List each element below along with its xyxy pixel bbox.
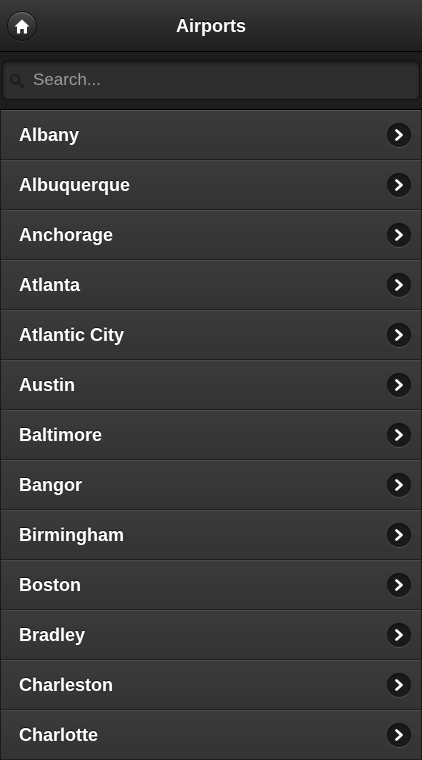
list-item-label: Bangor xyxy=(19,475,82,495)
chevron-right-icon[interactable] xyxy=(387,673,411,697)
list-item[interactable]: Baltimore xyxy=(1,410,421,460)
list-item-label: Bradley xyxy=(19,625,86,645)
list-item-label: Baltimore xyxy=(19,425,103,445)
chevron-right-icon[interactable] xyxy=(387,173,411,197)
search-bar xyxy=(0,52,422,110)
page-title: Airports xyxy=(175,16,246,36)
list-item-label: Boston xyxy=(19,575,81,595)
list-item[interactable]: Bradley xyxy=(1,610,421,660)
search-icon xyxy=(9,73,25,94)
chevron-right-icon[interactable] xyxy=(387,573,411,597)
list-item-label: Albany xyxy=(19,125,80,145)
home-button[interactable] xyxy=(7,11,37,41)
list-item[interactable]: Anchorage xyxy=(1,210,421,260)
list-item-label: Atlantic City xyxy=(19,325,125,345)
chevron-right-icon[interactable] xyxy=(387,373,411,397)
chevron-right-icon[interactable] xyxy=(387,423,411,447)
chevron-right-icon[interactable] xyxy=(387,323,411,347)
airport-list: Albany Albuquerque Anchorage Atlanta Atlanti… xyxy=(1,110,421,760)
list-item-label: Charleston xyxy=(19,675,114,695)
chevron-right-icon[interactable] xyxy=(387,223,411,247)
chevron-right-icon[interactable] xyxy=(387,723,411,747)
list-item[interactable]: Albuquerque xyxy=(1,160,421,210)
home-icon xyxy=(14,19,30,34)
list-item[interactable]: Albany xyxy=(1,111,421,160)
chevron-right-icon[interactable] xyxy=(387,623,411,647)
list-item[interactable]: Charleston xyxy=(1,660,421,710)
chevron-right-icon[interactable] xyxy=(387,123,411,147)
chevron-right-icon[interactable] xyxy=(387,473,411,497)
list-item-label: Birmingham xyxy=(19,525,125,545)
search-field xyxy=(2,60,420,100)
header-bar: Airports xyxy=(0,0,422,52)
chevron-right-icon[interactable] xyxy=(387,273,411,297)
list-item-label: Atlanta xyxy=(19,275,81,295)
list-item-label: Charlotte xyxy=(19,725,99,745)
list-item[interactable]: Bangor xyxy=(1,460,421,510)
list-item[interactable]: Atlanta xyxy=(1,260,421,310)
list-item[interactable]: Charlotte xyxy=(1,710,421,760)
list-item[interactable]: Boston xyxy=(1,560,421,610)
list-item-label: Austin xyxy=(19,375,75,395)
chevron-right-icon[interactable] xyxy=(387,523,411,547)
list-item-label: Anchorage xyxy=(19,225,114,245)
search-input[interactable] xyxy=(31,61,415,99)
list-item-label: Albuquerque xyxy=(19,175,130,195)
list-item[interactable]: Birmingham xyxy=(1,510,421,560)
list-item[interactable]: Atlantic City xyxy=(1,310,421,360)
list-item[interactable]: Austin xyxy=(1,360,421,410)
